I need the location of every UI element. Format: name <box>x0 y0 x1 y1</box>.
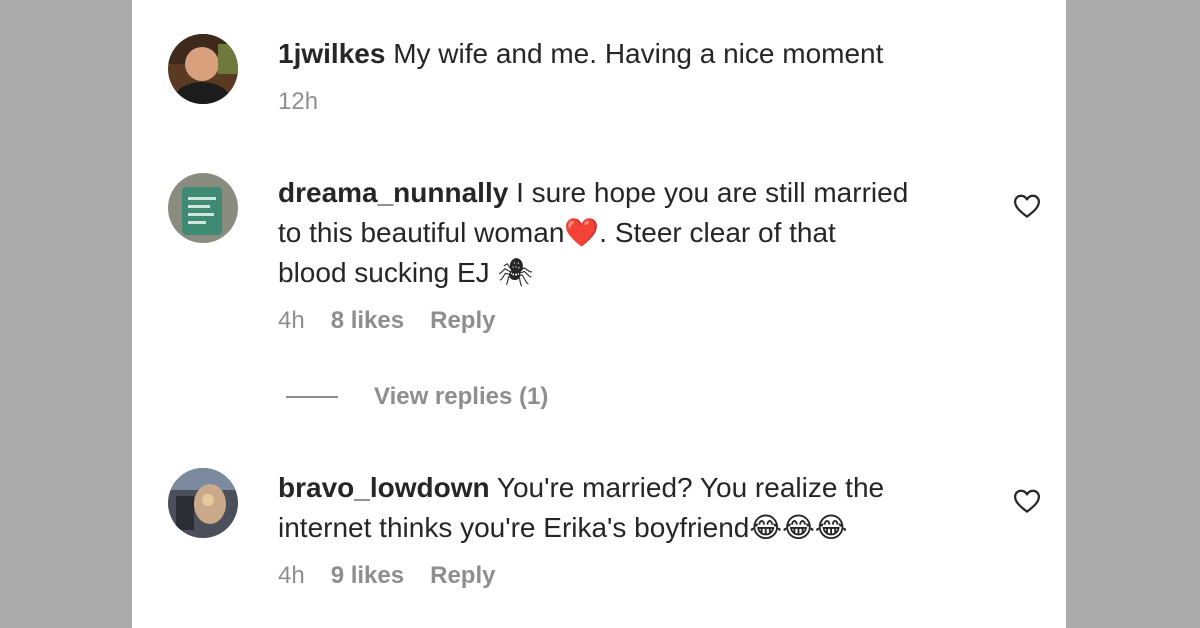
view-replies-label: View replies (1) <box>374 383 549 410</box>
replies-divider <box>286 396 338 398</box>
avatar-dreama-nunnally[interactable] <box>168 173 238 243</box>
avatar-bravo-lowdown[interactable] <box>168 468 238 538</box>
username[interactable]: dreama_nunnally <box>278 177 508 208</box>
reply-button[interactable]: Reply <box>430 562 495 590</box>
comment-text: bravo_lowdown You're married? You realiz… <box>278 468 998 548</box>
comment-content-line1: I sure hope you are still married <box>516 177 909 208</box>
comment-content-line2: to this beautiful woman <box>278 217 565 248</box>
comment-meta: 4h 8 likes Reply <box>278 307 998 335</box>
view-replies-button[interactable]: View replies (1) <box>286 383 548 411</box>
heart-outline-icon[interactable] <box>1012 486 1042 516</box>
comment-text: 1jwilkes My wife and me. Having a nice m… <box>278 34 998 74</box>
comment-body: bravo_lowdown You're married? You realiz… <box>278 468 998 590</box>
comment-meta: 12h <box>278 88 998 116</box>
comment-body: 1jwilkes My wife and me. Having a nice m… <box>278 34 998 116</box>
comment-content-line2-end: . Steer clear of that <box>599 217 836 248</box>
comment-body: dreama_nunnally I sure hope you are stil… <box>278 173 998 335</box>
comment-content-line2: internet thinks you're Erika's boyfriend <box>278 512 750 543</box>
heart-emoji-icon: ❤️ <box>564 216 600 249</box>
spider-emoji-icon: 🕷 <box>497 256 534 289</box>
comment-content: My wife and me. Having a nice moment <box>393 38 884 69</box>
comment-time: 4h <box>278 307 305 334</box>
comment-time: 12h <box>278 88 319 115</box>
comment-meta: 4h 9 likes Reply <box>278 562 998 590</box>
reply-button[interactable]: Reply <box>430 307 495 335</box>
comment-content-line3: blood sucking EJ <box>278 257 490 288</box>
likes-count[interactable]: 8 likes <box>331 307 404 335</box>
username[interactable]: bravo_lowdown <box>278 472 490 503</box>
username[interactable]: 1jwilkes <box>278 38 385 69</box>
avatar-1jwilkes[interactable] <box>168 34 238 104</box>
comment-content-line1: You're married? You realize the <box>496 472 885 503</box>
comment-text: dreama_nunnally I sure hope you are stil… <box>278 173 998 293</box>
laughing-emoji-icon: 😂😂😂 <box>749 511 848 544</box>
heart-outline-icon[interactable] <box>1012 191 1042 221</box>
likes-count[interactable]: 9 likes <box>331 562 404 590</box>
comments-panel: 1jwilkes My wife and me. Having a nice m… <box>132 0 1066 628</box>
comment-time: 4h <box>278 562 305 589</box>
